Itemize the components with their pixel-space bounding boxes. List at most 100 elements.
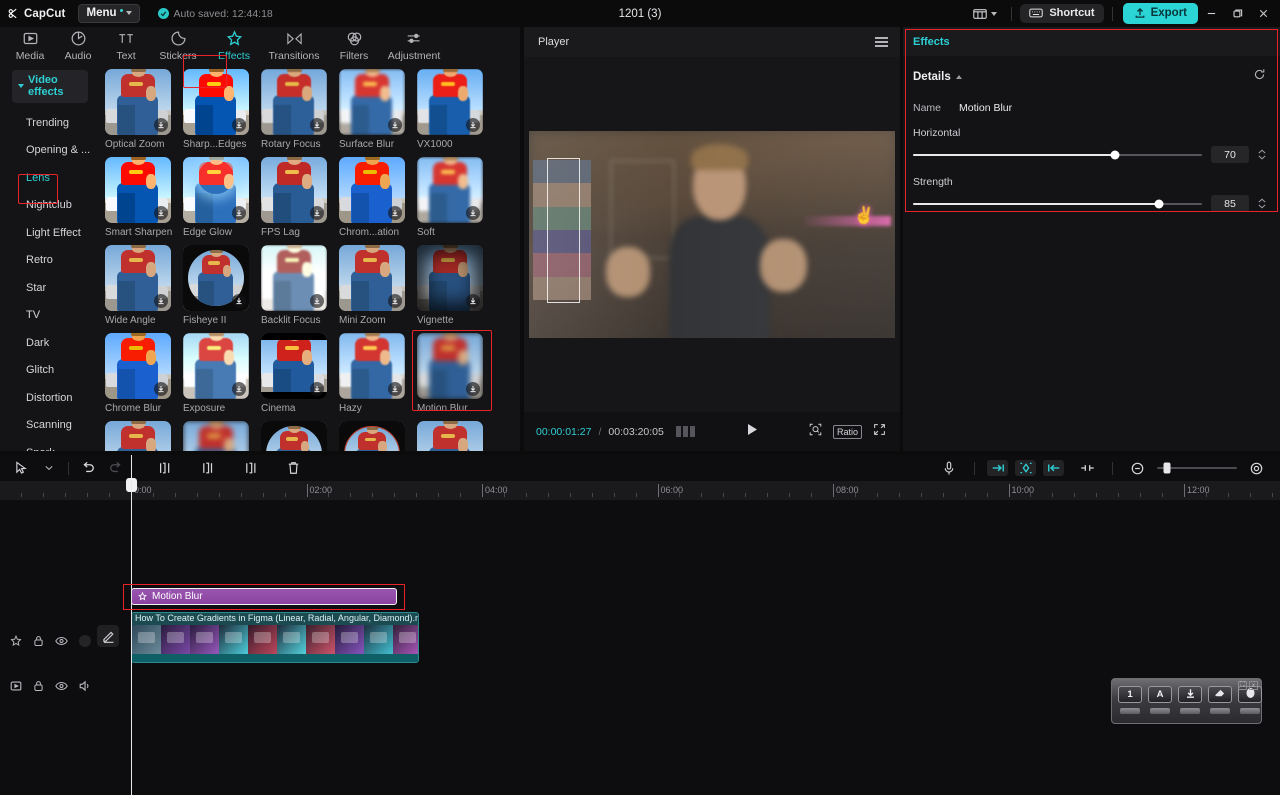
timeline-ruler[interactable]: 0:0002:0004:0006:0008:0010:0012:00 <box>0 481 1280 500</box>
lock-icon[interactable] <box>33 635 44 647</box>
widget-letter-a-icon-button[interactable]: A <box>1148 686 1172 703</box>
effect-thumbnail[interactable] <box>183 245 249 311</box>
close-button[interactable] <box>1250 0 1276 27</box>
tab-effects[interactable]: Effects <box>206 27 262 62</box>
effect-cell-sharp-edges[interactable]: Sharp...Edges <box>178 69 256 150</box>
split-button[interactable] <box>151 457 178 479</box>
shortcut-button[interactable]: Shortcut <box>1020 4 1103 23</box>
effect-cell-rotary-focus[interactable]: Rotary Focus <box>256 69 334 150</box>
effect-thumbnail[interactable] <box>417 421 483 451</box>
effect-thumbnail[interactable] <box>183 421 249 451</box>
effect-thumbnail[interactable] <box>339 69 405 135</box>
effects-icon[interactable] <box>10 635 22 647</box>
effect-thumbnail[interactable] <box>417 69 483 135</box>
effect-cell-chrome-blur[interactable]: Chrome Blur <box>100 333 178 414</box>
effect-clip[interactable]: Motion Blur <box>131 588 397 605</box>
effect-cell-vignette[interactable]: Vignette <box>412 245 490 326</box>
effect-thumbnail[interactable] <box>339 421 405 451</box>
effect-cell[interactable] <box>412 421 490 451</box>
download-icon[interactable] <box>310 118 324 132</box>
effect-thumbnail[interactable] <box>105 245 171 311</box>
sidebar-item-nightclub[interactable]: Nightclub <box>0 192 98 220</box>
sidebar-item-trending[interactable]: Trending <box>0 109 98 137</box>
undo-button[interactable] <box>75 457 102 479</box>
sidebar-item-distortion[interactable]: Distortion <box>0 384 98 412</box>
effect-cell-cinema[interactable]: Cinema <box>256 333 334 414</box>
export-button[interactable]: Export <box>1123 3 1198 24</box>
sidebar-item-scanning[interactable]: Scanning <box>0 412 98 440</box>
tab-adjustment[interactable]: Adjustment <box>382 27 446 62</box>
sidebar-item-dark[interactable]: Dark <box>0 329 98 357</box>
download-icon[interactable] <box>232 294 246 308</box>
effect-thumbnail[interactable] <box>417 157 483 223</box>
sidebar-item-spark[interactable]: Spark <box>0 439 98 451</box>
effect-thumbnail[interactable] <box>261 245 327 311</box>
effect-thumbnail[interactable] <box>417 245 483 311</box>
video-effects-header[interactable]: Video effects <box>12 70 88 103</box>
effect-cell-edge-glow[interactable]: Edge Glow <box>178 157 256 238</box>
effect-thumbnail[interactable] <box>105 421 171 451</box>
lock-icon[interactable] <box>33 680 44 692</box>
widget-number-one-icon-button[interactable]: 1 <box>1118 686 1142 703</box>
download-icon[interactable] <box>466 118 480 132</box>
ratio-button[interactable]: Ratio <box>833 425 862 439</box>
sidebar-item-opening[interactable]: Opening & ... <box>0 137 98 165</box>
download-icon[interactable] <box>466 206 480 220</box>
effect-thumbnail[interactable] <box>183 333 249 399</box>
keyframe-next-button[interactable] <box>1043 460 1064 476</box>
effect-cell-motion-blur[interactable]: Motion Blur <box>412 333 490 414</box>
widget-slot[interactable] <box>1180 708 1200 714</box>
download-icon[interactable] <box>466 294 480 308</box>
expand-icon[interactable]: ⛶ <box>1238 681 1247 690</box>
effect-thumbnail[interactable] <box>183 69 249 135</box>
widget-download-icon-button[interactable] <box>1178 686 1202 703</box>
playhead[interactable] <box>131 455 132 795</box>
delete-button[interactable] <box>280 457 307 479</box>
eye-icon[interactable] <box>55 681 68 691</box>
effect-cell-fps-lag[interactable]: FPS Lag <box>256 157 334 238</box>
tab-stickers[interactable]: Stickers <box>150 27 206 62</box>
download-icon[interactable] <box>310 294 324 308</box>
hamburger-icon[interactable] <box>875 37 888 47</box>
zoom-in-button[interactable] <box>1243 457 1270 479</box>
minimize-button[interactable] <box>1198 0 1224 27</box>
download-icon[interactable] <box>310 206 324 220</box>
download-icon[interactable] <box>388 294 402 308</box>
redo-button[interactable] <box>102 457 129 479</box>
param-slider[interactable] <box>913 154 1202 156</box>
effect-thumbnail[interactable] <box>261 333 327 399</box>
effect-thumbnail[interactable] <box>261 157 327 223</box>
effect-thumbnail[interactable] <box>339 333 405 399</box>
video-clip[interactable]: How To Create Gradients in Figma (Linear… <box>131 612 419 663</box>
timeline-zoom-slider[interactable] <box>1157 467 1237 469</box>
effect-cell[interactable] <box>334 421 412 451</box>
download-icon[interactable] <box>154 294 168 308</box>
sidebar-item-lens[interactable]: Lens <box>0 164 98 192</box>
trim-right-button[interactable] <box>237 457 264 479</box>
effect-cell-backlit-focus[interactable]: Backlit Focus <box>256 245 334 326</box>
param-slider-handle[interactable] <box>1111 150 1120 159</box>
trim-left-button[interactable] <box>194 457 221 479</box>
frames-icon[interactable] <box>676 426 695 437</box>
tab-media[interactable]: Media <box>6 27 54 62</box>
effect-cell-fisheye-ii[interactable]: Fisheye II <box>178 245 256 326</box>
effect-thumbnail[interactable] <box>417 333 483 399</box>
param-slider[interactable] <box>913 203 1202 205</box>
download-icon[interactable] <box>232 118 246 132</box>
param-value[interactable]: 85 <box>1211 195 1249 212</box>
widget-slot[interactable] <box>1150 708 1170 714</box>
effect-cell-soft[interactable]: Soft <box>412 157 490 238</box>
effect-cell-smart-sharpen[interactable]: Smart Sharpen <box>100 157 178 238</box>
edit-track-button[interactable] <box>97 625 119 647</box>
maximize-button[interactable] <box>1224 0 1250 27</box>
effect-cell-surface-blur[interactable]: Surface Blur <box>334 69 412 150</box>
tab-audio[interactable]: Audio <box>54 27 102 62</box>
effect-cell[interactable] <box>256 421 334 451</box>
cursor-dropdown-button[interactable] <box>35 457 62 479</box>
sidebar-item-glitch[interactable]: Glitch <box>0 357 98 385</box>
download-icon[interactable] <box>154 118 168 132</box>
param-stepper[interactable] <box>1258 149 1266 160</box>
download-icon[interactable] <box>388 382 402 396</box>
download-icon[interactable] <box>154 382 168 396</box>
effect-thumbnail[interactable] <box>339 157 405 223</box>
